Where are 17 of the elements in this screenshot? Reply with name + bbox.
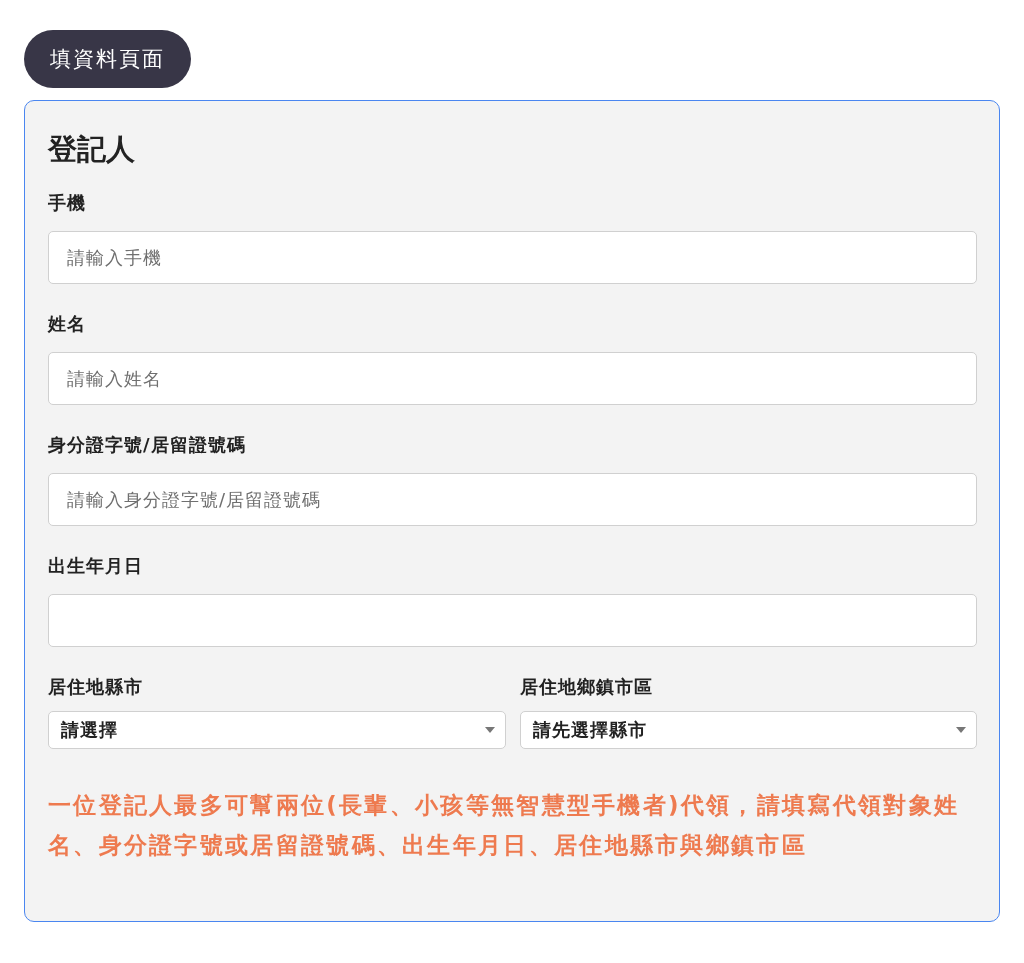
field-label: 身分證字號/居留證號碼 — [48, 433, 247, 457]
select-field[interactable]: 請先選擇縣市 — [519, 711, 977, 749]
page-tag: 填資料頁面 — [24, 30, 191, 88]
input-field[interactable]: 請輸入姓名 — [48, 352, 977, 405]
select-field[interactable]: 請選擇 — [48, 711, 506, 749]
input-field[interactable] — [48, 594, 977, 647]
caret-icon — [956, 727, 966, 733]
section-title: 登記人 — [48, 131, 136, 168]
caret-icon — [484, 727, 495, 733]
field-label: 出生年月日 — [48, 554, 144, 578]
field-label: 手機 — [48, 191, 87, 215]
field-label: 居住地鄉鎮市區 — [519, 675, 654, 699]
input-field[interactable]: 請輸入手機 — [48, 231, 977, 284]
input-field[interactable]: 請輸入身分證字號/居留證號碼 — [48, 473, 977, 526]
field-label: 姓名 — [48, 312, 87, 336]
field-label: 居住地縣市 — [48, 675, 144, 699]
notice-text: 一位登記人最多可幫兩位(長輩、小孩等無智慧型手機者)代領，請填寫代領對象姓名、身分證字號或居留證號碼、出生年月日、居住地縣市與鄉鎮市區 — [48, 791, 961, 860]
